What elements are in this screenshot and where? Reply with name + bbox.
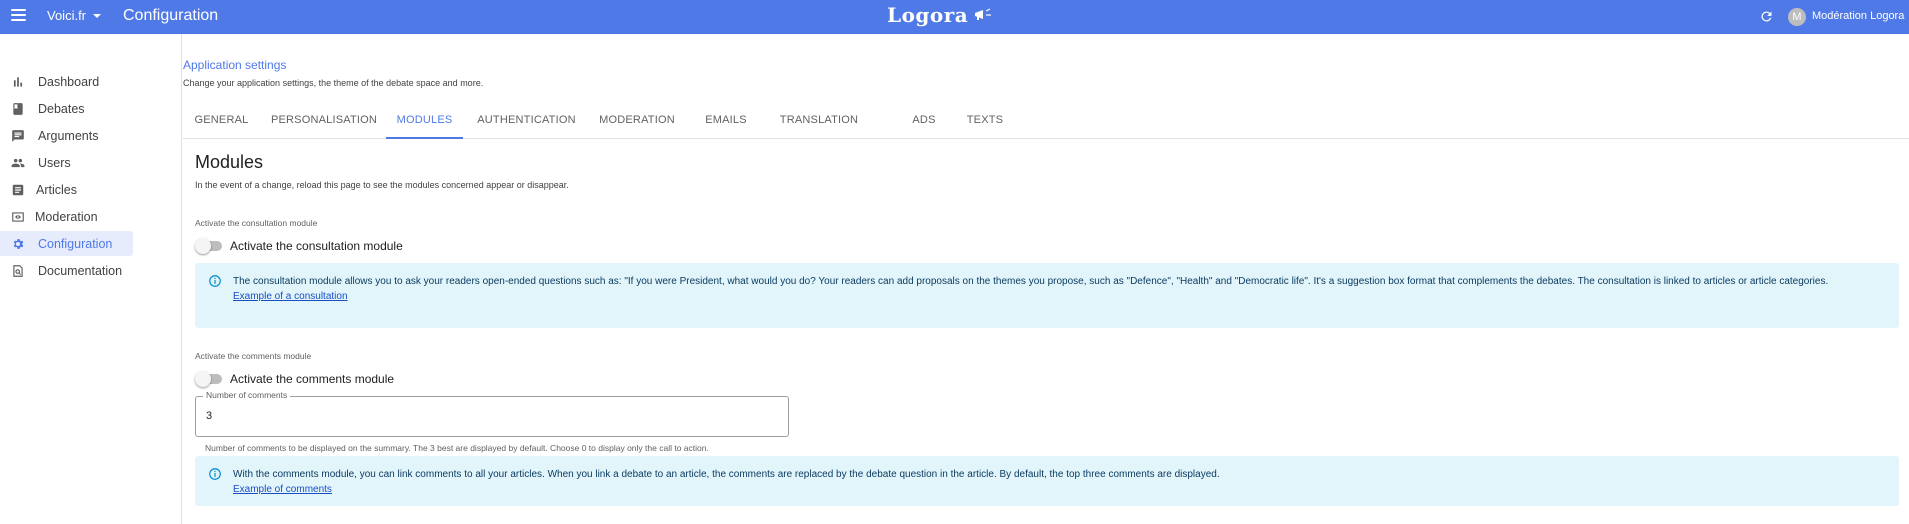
caret-down-icon	[93, 13, 102, 18]
tab-general[interactable]: GENERAL	[183, 105, 260, 139]
comments-info-text: With the comments module, you can link c…	[233, 469, 1220, 480]
sidebar: Dashboard Debates Arguments Users Articl…	[0, 34, 182, 524]
chat-icon	[12, 129, 24, 142]
tab-modules[interactable]: MODULES	[386, 105, 463, 139]
eye-icon	[12, 211, 24, 222]
consultation-section-label: Activate the consultation module	[195, 218, 318, 228]
app-selector[interactable]: Voici.fr	[47, 8, 102, 23]
comments-example-link[interactable]: Example of comments	[233, 482, 1873, 497]
comments-count-field[interactable]	[195, 396, 789, 437]
tab-texts[interactable]: TEXTS	[925, 105, 1045, 139]
settings-title: Application settings	[183, 58, 287, 72]
menu-icon[interactable]	[11, 9, 26, 23]
sidebar-item-articles[interactable]: Articles	[0, 177, 133, 202]
book-icon	[13, 102, 23, 115]
megaphone-icon	[975, 8, 992, 20]
tab-moderation[interactable]: MODERATION	[587, 105, 687, 139]
avatar[interactable]: M	[1788, 8, 1806, 26]
doc-search-icon	[13, 264, 23, 277]
top-app-bar: Voici.fr Configuration Logora M Modérati…	[0, 0, 1909, 34]
info-icon	[209, 275, 221, 287]
consultation-info-text: The consultation module allows you to as…	[233, 276, 1829, 287]
consultation-toggle-label[interactable]: Activate the consultation module	[230, 239, 403, 253]
logo-text: Logora	[887, 3, 969, 27]
sidebar-item-debates[interactable]: Debates	[0, 96, 133, 121]
logo: Logora	[887, 3, 994, 27]
sidebar-item-label: Arguments	[38, 128, 99, 143]
modules-title: Modules	[195, 152, 264, 172]
sidebar-item-moderation[interactable]: Moderation	[0, 204, 133, 229]
refresh-icon[interactable]	[1759, 9, 1774, 24]
tab-authentication[interactable]: AUTHENTICATION	[468, 105, 585, 139]
tab-personalisation[interactable]: PERSONALISATION	[263, 105, 385, 139]
comments-toggle[interactable]	[195, 371, 222, 387]
comments-info-alert: With the comments module, you can link c…	[195, 456, 1899, 506]
user-name[interactable]: Modération Logora	[1812, 10, 1904, 22]
sidebar-item-label: Articles	[36, 182, 77, 197]
app-selector-label: Voici.fr	[47, 8, 87, 23]
modules-description: In the event of a change, reload this pa…	[195, 180, 569, 190]
sidebar-item-arguments[interactable]: Arguments	[0, 123, 133, 148]
toggle-knob	[195, 238, 211, 254]
info-icon	[209, 468, 221, 480]
article-icon	[12, 184, 24, 195]
consultation-example-link[interactable]: Example of a consultation	[233, 289, 1873, 304]
comments-count-helper: Number of comments to be displayed on th…	[205, 443, 709, 453]
sidebar-item-dashboard[interactable]: Dashboard	[0, 69, 133, 94]
settings-tabs: GENERAL PERSONALISATION MODULES AUTHENTI…	[183, 105, 1909, 139]
comments-toggle-label[interactable]: Activate the comments module	[230, 372, 394, 386]
sidebar-item-label: Moderation	[35, 209, 98, 224]
page-title: Configuration	[123, 7, 219, 24]
sidebar-item-label: Users	[38, 155, 71, 170]
sidebar-item-label: Documentation	[38, 263, 123, 278]
people-icon	[11, 158, 25, 167]
sidebar-item-users[interactable]: Users	[0, 150, 133, 175]
toggle-knob	[195, 371, 211, 387]
sidebar-item-configuration[interactable]: Configuration	[0, 231, 133, 256]
settings-subtitle: Change your application settings, the th…	[183, 78, 484, 88]
consultation-toggle[interactable]	[195, 238, 222, 254]
comments-count-value[interactable]: 3	[206, 410, 212, 422]
sidebar-item-label: Configuration	[38, 236, 113, 251]
sidebar-item-label: Debates	[38, 101, 85, 116]
tab-translation[interactable]: TRANSLATION	[754, 105, 884, 139]
sidebar-item-documentation[interactable]: Documentation	[0, 258, 133, 283]
bar-chart-icon	[13, 76, 23, 87]
consultation-info-alert: The consultation module allows you to as…	[195, 263, 1899, 328]
gear-icon	[13, 238, 24, 249]
comments-section-label: Activate the comments module	[195, 351, 312, 361]
comments-count-label: Number of comments	[203, 390, 291, 400]
sidebar-item-label: Dashboard	[38, 74, 100, 89]
